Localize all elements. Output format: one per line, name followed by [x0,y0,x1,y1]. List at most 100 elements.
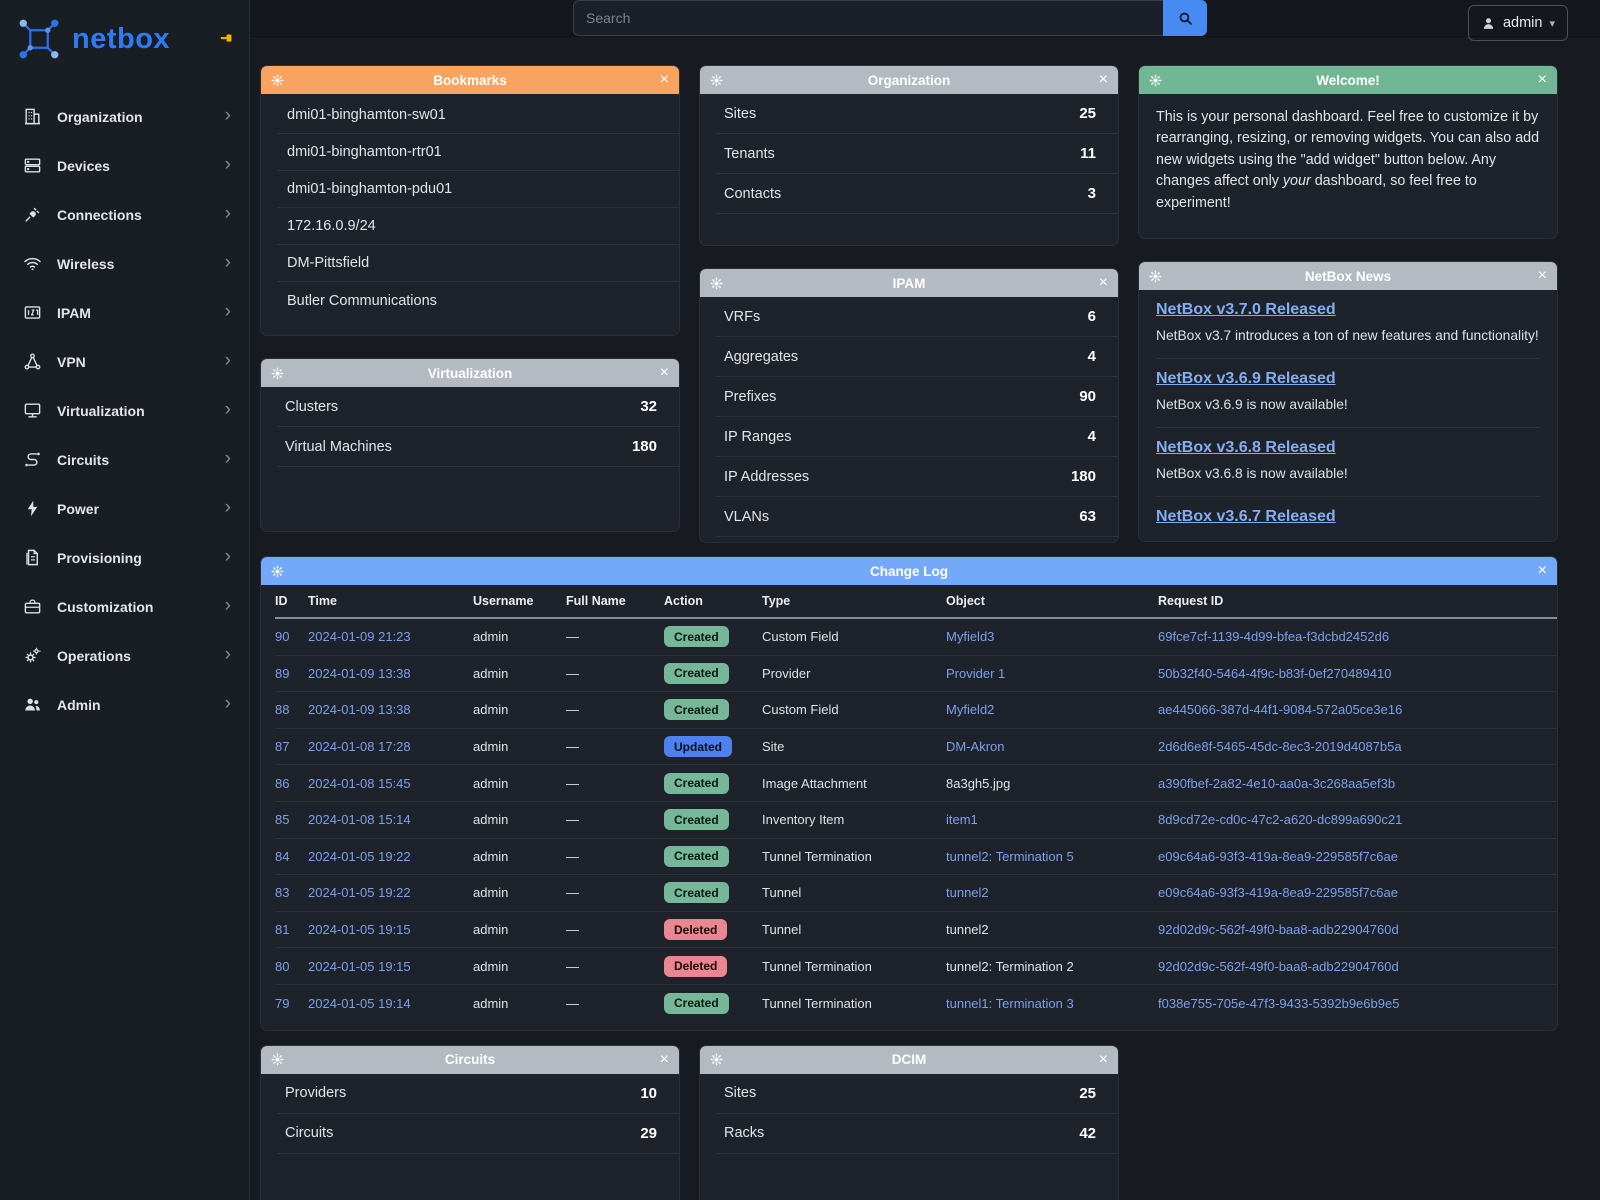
stat-row[interactable]: IP Addresses 180 [716,457,1118,497]
widget-config-icon[interactable] [710,74,723,87]
stat-row[interactable]: Racks 42 [716,1114,1118,1154]
changelog-request-id-link[interactable]: 69fce7cf-1139-4d99-bfea-f3dcbd2452d6 [1158,629,1557,644]
bookmark-item[interactable]: DM-Pittsfield [277,245,679,282]
stat-row[interactable]: Virtual Machines 180 [277,427,679,467]
changelog-id-link[interactable]: 84 [275,849,308,864]
sidebar-item-provisioning[interactable]: Provisioning › [0,533,249,582]
changelog-object-link[interactable]: tunnel1: Termination 3 [946,996,1158,1011]
changelog-object-link[interactable]: tunnel2: Termination 5 [946,849,1158,864]
changelog-object-link[interactable]: tunnel2: Termination 2 [946,959,1158,974]
changelog-id-link[interactable]: 86 [275,776,308,791]
stat-row[interactable]: Providers 10 [277,1074,679,1114]
changelog-id-link[interactable]: 89 [275,666,308,681]
changelog-request-id-link[interactable]: 92d02d9c-562f-49f0-baa8-adb22904760d [1158,922,1557,937]
changelog-object-link[interactable]: item1 [946,812,1158,827]
stat-row[interactable]: Tenants 11 [716,134,1118,174]
bookmark-item[interactable]: dmi01-binghamton-sw01 [277,97,679,134]
stat-row[interactable]: Prefixes 90 [716,377,1118,417]
changelog-id-link[interactable]: 80 [275,959,308,974]
widget-close-icon[interactable]: × [1099,1052,1108,1068]
changelog-request-id-link[interactable]: 50b32f40-5464-4f9c-b83f-0ef270489410 [1158,666,1557,681]
news-link[interactable]: NetBox v3.6.9 Released [1156,370,1336,387]
stat-row[interactable]: Aggregates 4 [716,337,1118,377]
changelog-object-link[interactable]: 8a3gh5.jpg [946,776,1158,791]
changelog-time-link[interactable]: 2024-01-08 17:28 [308,739,473,754]
changelog-request-id-link[interactable]: 8d9cd72e-cd0c-47c2-a620-dc899a690c21 [1158,812,1557,827]
pin-sidebar-icon[interactable] [218,31,235,48]
changelog-time-link[interactable]: 2024-01-05 19:22 [308,849,473,864]
widget-config-icon[interactable] [271,1053,284,1066]
news-link[interactable]: NetBox v3.7.0 Released [1156,301,1336,318]
stat-row[interactable]: VRFs 6 [716,297,1118,337]
changelog-id-link[interactable]: 83 [275,885,308,900]
changelog-time-link[interactable]: 2024-01-09 21:23 [308,629,473,644]
widget-config-icon[interactable] [710,277,723,290]
stat-row[interactable]: Circuits 29 [277,1114,679,1154]
changelog-time-link[interactable]: 2024-01-08 15:45 [308,776,473,791]
bookmark-item[interactable]: Butler Communications [277,282,679,319]
news-link[interactable]: NetBox v3.6.7 Released [1156,508,1336,525]
changelog-request-id-link[interactable]: e09c64a6-93f3-419a-8ea9-229585f7c6ae [1158,849,1557,864]
changelog-request-id-link[interactable]: f038e755-705e-47f3-9433-5392b9e6b9e5 [1158,996,1557,1011]
user-menu-button[interactable]: admin ▾ [1468,5,1568,41]
changelog-object-link[interactable]: Myfield3 [946,629,1158,644]
widget-close-icon[interactable]: × [1538,268,1547,284]
changelog-request-id-link[interactable]: 92d02d9c-562f-49f0-baa8-adb22904760d [1158,959,1557,974]
widget-close-icon[interactable]: × [1099,275,1108,291]
sidebar-item-ipam[interactable]: IPAM › [0,288,249,337]
sidebar-item-customization[interactable]: Customization › [0,582,249,631]
widget-close-icon[interactable]: × [660,1052,669,1068]
widget-close-icon[interactable]: × [660,365,669,381]
changelog-time-link[interactable]: 2024-01-05 19:14 [308,996,473,1011]
changelog-time-link[interactable]: 2024-01-09 13:38 [308,702,473,717]
widget-close-icon[interactable]: × [1538,563,1547,579]
changelog-object-link[interactable]: tunnel2 [946,922,1158,937]
bookmark-item[interactable]: dmi01-binghamton-rtr01 [277,134,679,171]
widget-config-icon[interactable] [271,565,284,578]
changelog-object-link[interactable]: tunnel2 [946,885,1158,900]
stat-row[interactable]: Sites 25 [716,94,1118,134]
search-button[interactable] [1163,0,1207,36]
sidebar-item-connections[interactable]: Connections › [0,190,249,239]
changelog-request-id-link[interactable]: a390fbef-2a82-4e10-aa0a-3c268aa5ef3b [1158,776,1557,791]
widget-config-icon[interactable] [271,367,284,380]
stat-row[interactable]: Clusters 32 [277,387,679,427]
changelog-id-link[interactable]: 79 [275,996,308,1011]
bookmark-item[interactable]: 172.16.0.9/24 [277,208,679,245]
sidebar-item-wireless[interactable]: Wireless › [0,239,249,288]
widget-close-icon[interactable]: × [1099,72,1108,88]
sidebar-item-devices[interactable]: Devices › [0,141,249,190]
changelog-object-link[interactable]: Myfield2 [946,702,1158,717]
changelog-id-link[interactable]: 87 [275,739,308,754]
changelog-time-link[interactable]: 2024-01-08 15:14 [308,812,473,827]
widget-config-icon[interactable] [1149,74,1162,87]
sidebar-item-admin[interactable]: Admin › [0,680,249,729]
changelog-request-id-link[interactable]: e09c64a6-93f3-419a-8ea9-229585f7c6ae [1158,885,1557,900]
stat-row[interactable]: IP Ranges 4 [716,417,1118,457]
changelog-request-id-link[interactable]: ae445066-387d-44f1-9084-572a05ce3e16 [1158,702,1557,717]
changelog-object-link[interactable]: DM-Akron [946,739,1158,754]
search-input[interactable] [573,0,1163,36]
widget-config-icon[interactable] [710,1053,723,1066]
widget-config-icon[interactable] [271,74,284,87]
changelog-time-link[interactable]: 2024-01-09 13:38 [308,666,473,681]
sidebar-item-operations[interactable]: Operations › [0,631,249,680]
sidebar-item-vpn[interactable]: VPN › [0,337,249,386]
sidebar-item-virtualization[interactable]: Virtualization › [0,386,249,435]
changelog-id-link[interactable]: 81 [275,922,308,937]
sidebar-item-circuits[interactable]: Circuits › [0,435,249,484]
stat-row[interactable]: Sites 25 [716,1074,1118,1114]
stat-row[interactable]: VLANs 63 [716,497,1118,537]
changelog-object-link[interactable]: Provider 1 [946,666,1158,681]
stat-row[interactable]: Contacts 3 [716,174,1118,214]
changelog-time-link[interactable]: 2024-01-05 19:15 [308,959,473,974]
news-link[interactable]: NetBox v3.6.8 Released [1156,439,1336,456]
changelog-id-link[interactable]: 88 [275,702,308,717]
changelog-time-link[interactable]: 2024-01-05 19:22 [308,885,473,900]
changelog-request-id-link[interactable]: 2d6d6e8f-5465-45dc-8ec3-2019d4087b5a [1158,739,1557,754]
widget-close-icon[interactable]: × [1538,72,1547,88]
widget-close-icon[interactable]: × [660,72,669,88]
sidebar-item-organization[interactable]: Organization › [0,92,249,141]
changelog-id-link[interactable]: 85 [275,812,308,827]
sidebar-item-power[interactable]: Power › [0,484,249,533]
